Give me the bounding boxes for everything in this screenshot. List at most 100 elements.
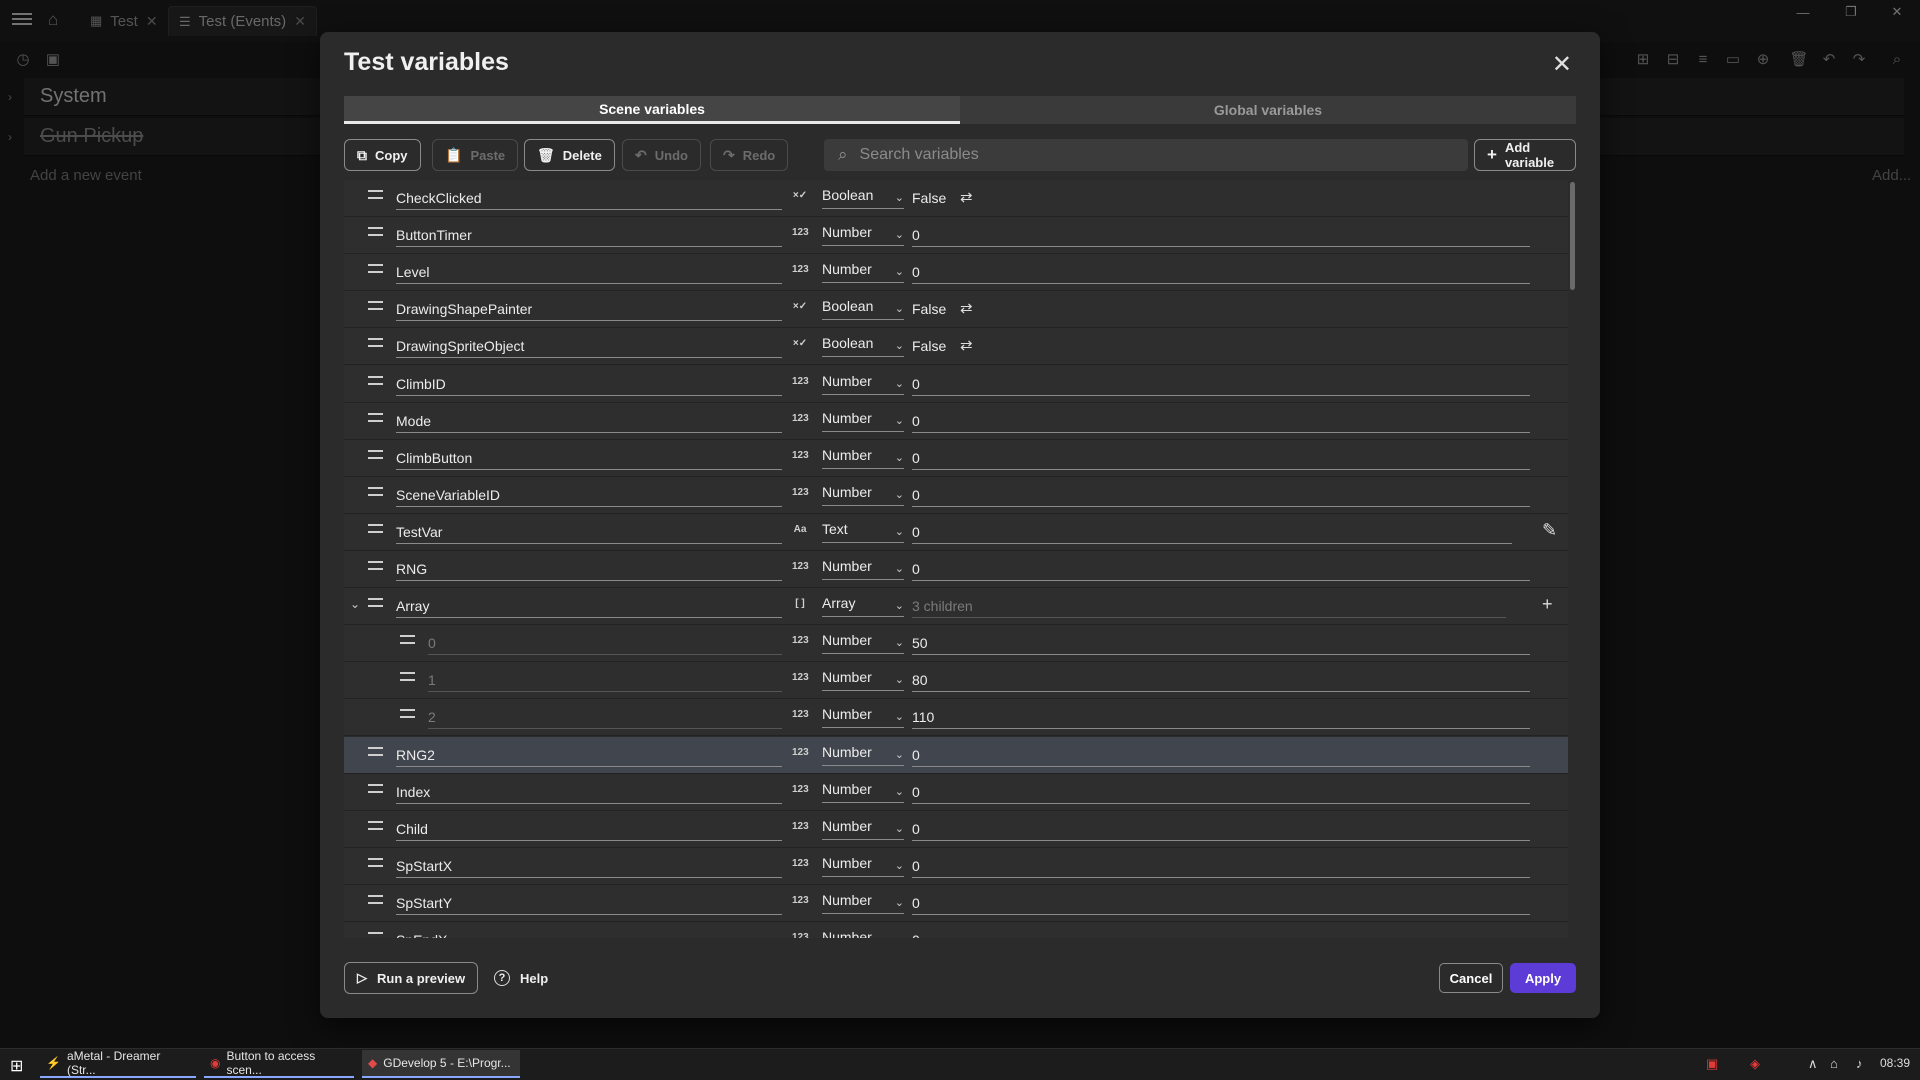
drag-handle-icon[interactable] <box>368 932 384 938</box>
chevron-down-icon[interactable]: ⌄ <box>350 597 360 611</box>
variable-type-select[interactable]: Array ⌄ <box>822 593 904 618</box>
variable-type-select[interactable]: Number ⌄ <box>822 259 904 284</box>
variable-value-input[interactable]: 0 <box>912 260 1530 285</box>
variable-type-select[interactable]: Number ⌄ <box>822 742 904 766</box>
variable-name-input[interactable]: SceneVariableID <box>396 483 782 507</box>
variable-name-input[interactable]: 2 <box>428 705 782 730</box>
drag-handle-icon[interactable] <box>400 709 416 723</box>
variable-row[interactable]: CheckClicked ×✓ Boolean ⌄ False ⇄ <box>344 180 1568 217</box>
redo-button[interactable]: ↷ Redo <box>710 139 789 171</box>
variable-type-select[interactable]: Number ⌄ <box>822 445 904 469</box>
drag-handle-icon[interactable] <box>368 190 384 204</box>
variable-row[interactable]: Level 123 Number ⌄ 0 <box>344 254 1568 292</box>
variable-name-input[interactable]: 1 <box>428 668 782 693</box>
variable-name-input[interactable]: 0 <box>428 631 782 656</box>
variable-row[interactable]: SpStartY 123 Number ⌄ 0 <box>344 884 1568 922</box>
variable-value-input[interactable]: 0 <box>912 483 1530 507</box>
variable-type-select[interactable]: Number ⌄ <box>822 927 904 938</box>
variable-row[interactable]: SpEndX 123 Number ⌄ 0 <box>344 922 1568 938</box>
variable-type-select[interactable]: Number ⌄ <box>822 630 904 655</box>
drag-handle-icon[interactable] <box>368 264 384 278</box>
variable-value-input[interactable]: 0 <box>912 891 1530 915</box>
variable-name-input[interactable]: DrawingSpriteObject <box>396 334 782 359</box>
taskbar-item-browser[interactable]: ◉ Button to access scen... <box>204 1049 354 1078</box>
variable-value-input[interactable]: 110 <box>912 705 1530 730</box>
variable-name-input[interactable]: SpStartX <box>396 854 782 878</box>
variable-row[interactable]: RNG 123 Number ⌄ 0 <box>344 551 1568 588</box>
toggle-icon[interactable]: ⇄ <box>960 299 973 317</box>
drag-handle-icon[interactable] <box>368 820 384 835</box>
variable-name-input[interactable]: Index <box>396 780 782 804</box>
variable-row[interactable]: 0 123 Number ⌄ 50 <box>344 625 1568 663</box>
variable-name-input[interactable]: RNG <box>396 557 782 581</box>
variable-type-select[interactable]: Number ⌄ <box>822 704 904 729</box>
variable-type-select[interactable]: Number ⌄ <box>822 816 904 840</box>
variable-type-select[interactable]: Number ⌄ <box>822 222 904 247</box>
tab-scene-variables[interactable]: Scene variables <box>344 96 960 124</box>
variable-row[interactable]: ⌄ Array [ ] Array ⌄ 3 children + <box>344 588 1568 626</box>
variable-row[interactable]: 2 123 Number ⌄ 110 <box>344 699 1568 737</box>
variable-value-input[interactable]: 0 <box>912 557 1530 581</box>
variable-row[interactable]: RNG2 123 Number ⌄ 0 <box>344 736 1568 774</box>
close-icon[interactable]: ✕ <box>1552 50 1572 79</box>
variable-name-input[interactable]: TestVar <box>396 520 782 544</box>
variable-value-input[interactable]: 0 <box>912 520 1512 544</box>
variable-row[interactable]: DrawingSpriteObject ×✓ Boolean ⌄ False ⇄ <box>344 328 1568 366</box>
variable-name-input[interactable]: Child <box>396 817 782 841</box>
variable-type-select[interactable]: Number ⌄ <box>822 779 904 803</box>
drag-handle-icon[interactable] <box>368 561 384 575</box>
add-variable-button[interactable]: + Add variable <box>1474 139 1576 171</box>
drag-handle-icon[interactable] <box>368 894 384 909</box>
run-preview-button[interactable]: ▷ Run a preview <box>344 962 479 994</box>
variable-value-input[interactable]: 80 <box>912 668 1530 693</box>
variable-value-input[interactable]: 50 <box>912 631 1530 656</box>
tab-global-variables[interactable]: Global variables <box>960 96 1576 124</box>
drag-handle-icon[interactable] <box>368 598 384 612</box>
tray-app-icon[interactable]: ▣ <box>1706 1056 1718 1072</box>
variable-value-input[interactable]: 0 <box>912 446 1530 470</box>
variable-name-input[interactable]: ClimbButton <box>396 446 782 470</box>
variable-value-input[interactable]: 0 <box>912 817 1530 841</box>
clock[interactable]: 08:39 <box>1880 1056 1910 1070</box>
variable-row[interactable]: Mode 123 Number ⌄ 0 <box>344 402 1568 440</box>
undo-button[interactable]: ↶ Undo <box>622 139 701 171</box>
variable-name-input[interactable]: SpStartY <box>396 891 782 915</box>
toggle-icon[interactable]: ⇄ <box>960 336 973 354</box>
variable-value-input[interactable]: False <box>912 186 946 210</box>
help-button[interactable]: ? Help <box>494 970 548 986</box>
taskbar-item-gdevelop[interactable]: ◆ GDevelop 5 - E:\Progr... <box>362 1050 520 1078</box>
drag-handle-icon[interactable] <box>368 227 384 241</box>
variable-value-input[interactable]: 0 <box>912 743 1530 767</box>
drag-handle-icon[interactable] <box>368 857 384 872</box>
drag-handle-icon[interactable] <box>400 672 416 686</box>
copy-button[interactable]: ⧉ Copy <box>344 139 421 171</box>
variable-type-select[interactable]: Boolean ⌄ <box>822 333 904 358</box>
variable-name-input[interactable]: Level <box>396 260 782 285</box>
variable-value-input[interactable]: False <box>912 297 946 321</box>
variable-type-select[interactable]: Number ⌄ <box>822 853 904 877</box>
variable-type-select[interactable]: Number ⌄ <box>822 408 904 432</box>
network-icon[interactable]: ⌂ <box>1830 1056 1838 1071</box>
variable-name-input[interactable]: ClimbID <box>396 372 782 396</box>
drag-handle-icon[interactable] <box>368 375 384 390</box>
drag-handle-icon[interactable] <box>368 746 384 761</box>
variable-name-input[interactable]: DrawingShapePainter <box>396 297 782 322</box>
variable-type-select[interactable]: Boolean ⌄ <box>822 296 904 321</box>
tray-game-icon[interactable]: ◈ <box>1750 1056 1760 1072</box>
variable-name-input[interactable]: Array <box>396 594 782 619</box>
variable-name-input[interactable]: ButtonTimer <box>396 223 782 248</box>
variable-value-input[interactable]: 0 <box>912 854 1530 878</box>
volume-icon[interactable]: ♪ <box>1856 1056 1863 1071</box>
drag-handle-icon[interactable] <box>400 635 416 649</box>
variable-row[interactable]: SceneVariableID 123 Number ⌄ 0 <box>344 476 1568 514</box>
variable-row[interactable]: SpStartX 123 Number ⌄ 0 <box>344 847 1568 885</box>
edit-icon[interactable]: ✎ <box>1542 520 1557 541</box>
variable-row[interactable]: ButtonTimer 123 Number ⌄ 0 <box>344 217 1568 255</box>
variable-value-input[interactable]: 0 <box>912 223 1530 248</box>
variable-type-select[interactable]: Number ⌄ <box>822 482 904 506</box>
variable-row[interactable]: 1 123 Number ⌄ 80 <box>344 662 1568 700</box>
cancel-button[interactable]: Cancel <box>1439 963 1503 993</box>
variable-row[interactable]: ClimbButton 123 Number ⌄ 0 <box>344 439 1568 477</box>
variable-row[interactable]: TestVar Aa Text ⌄ 0 ✎ <box>344 513 1568 551</box>
toggle-icon[interactable]: ⇄ <box>960 188 973 206</box>
